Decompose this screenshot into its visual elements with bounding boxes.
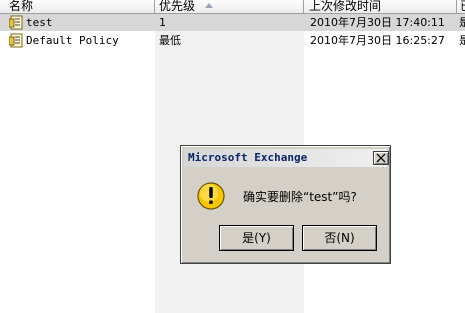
close-icon xyxy=(376,153,386,163)
row-name: test xyxy=(26,16,53,29)
column-header-name[interactable]: 名称 xyxy=(0,0,155,14)
row-extra: 是 xyxy=(459,34,465,47)
warning-icon xyxy=(197,182,225,210)
dialog-title: Microsoft Exchange xyxy=(188,151,308,164)
list-header: 名称 优先级 上次修改时间 已 xyxy=(0,0,465,14)
row-modified: 2010年7月30日 17:40:11 xyxy=(310,16,445,29)
row-extra: 是 xyxy=(459,16,465,29)
column-header-modified[interactable]: 上次修改时间 xyxy=(304,0,457,14)
column-header-priority[interactable]: 优先级 xyxy=(155,0,304,14)
no-button[interactable]: 否(N) xyxy=(302,225,377,251)
policy-icon xyxy=(9,15,23,30)
dialog-message: 确实要删除“test”吗? xyxy=(243,190,357,204)
confirm-delete-dialog: Microsoft Exchange 确实要删除“test”吗? 是(Y) 否(… xyxy=(180,145,391,264)
row-modified: 2010年7月30日 16:25:27 xyxy=(310,34,445,47)
table-row[interactable]: test 1 2010年7月30日 17:40:11 是 xyxy=(0,14,465,31)
sort-ascending-icon xyxy=(205,3,213,8)
yes-button[interactable]: 是(Y) xyxy=(219,225,294,251)
row-priority: 1 xyxy=(159,16,166,29)
policy-icon xyxy=(9,33,23,48)
close-button[interactable] xyxy=(373,151,389,165)
row-priority: 最低 xyxy=(159,34,181,47)
table-row[interactable]: Default Policy 最低 2010年7月30日 16:25:27 是 xyxy=(0,32,465,49)
dialog-titlebar[interactable]: Microsoft Exchange xyxy=(184,149,389,167)
column-header-extra[interactable]: 已 xyxy=(457,0,465,14)
row-name: Default Policy xyxy=(26,34,119,47)
